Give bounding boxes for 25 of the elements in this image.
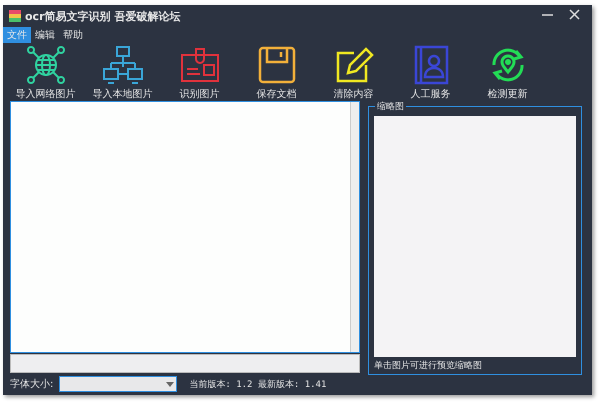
toolbar-button[interactable]: 清除内容 — [315, 45, 392, 101]
thumbnail-area[interactable] — [374, 116, 576, 357]
version-text: 当前版本: 1.2 最新版本: 1.41 — [189, 378, 326, 390]
panel-title: 缩略图 — [375, 100, 406, 113]
card-icon — [180, 45, 220, 85]
menu-item[interactable]: 编辑 — [31, 27, 59, 43]
font-size-label: 字体大小: — [10, 378, 54, 391]
text-area[interactable] — [10, 101, 360, 353]
menu-item[interactable]: 帮助 — [59, 27, 87, 43]
toolbar-button[interactable]: 保存文档 — [238, 45, 315, 101]
toolbar-button[interactable]: 识别图片 — [161, 45, 238, 101]
toolbar-button[interactable]: 人工服务 — [392, 45, 469, 101]
thumbnail-hint: 单击图片可进行预览缩略图 — [374, 360, 483, 372]
input-field[interactable] — [10, 354, 360, 373]
close-icon — [569, 8, 580, 20]
font-size-dropdown[interactable] — [59, 376, 178, 392]
window-title: ocr简易文字识别 吾爱破解论坛 — [25, 8, 182, 24]
toolbar-button[interactable]: 检测更新 — [469, 45, 546, 101]
toolbar-button[interactable]: 导入本地图片 — [84, 45, 161, 101]
scrollbar[interactable] — [350, 102, 359, 352]
app-icon — [9, 10, 21, 22]
toolbar-button[interactable]: 导入网络图片 — [7, 45, 84, 101]
save-icon — [256, 45, 296, 85]
globe-icon — [26, 45, 66, 85]
network-icon — [102, 45, 142, 85]
